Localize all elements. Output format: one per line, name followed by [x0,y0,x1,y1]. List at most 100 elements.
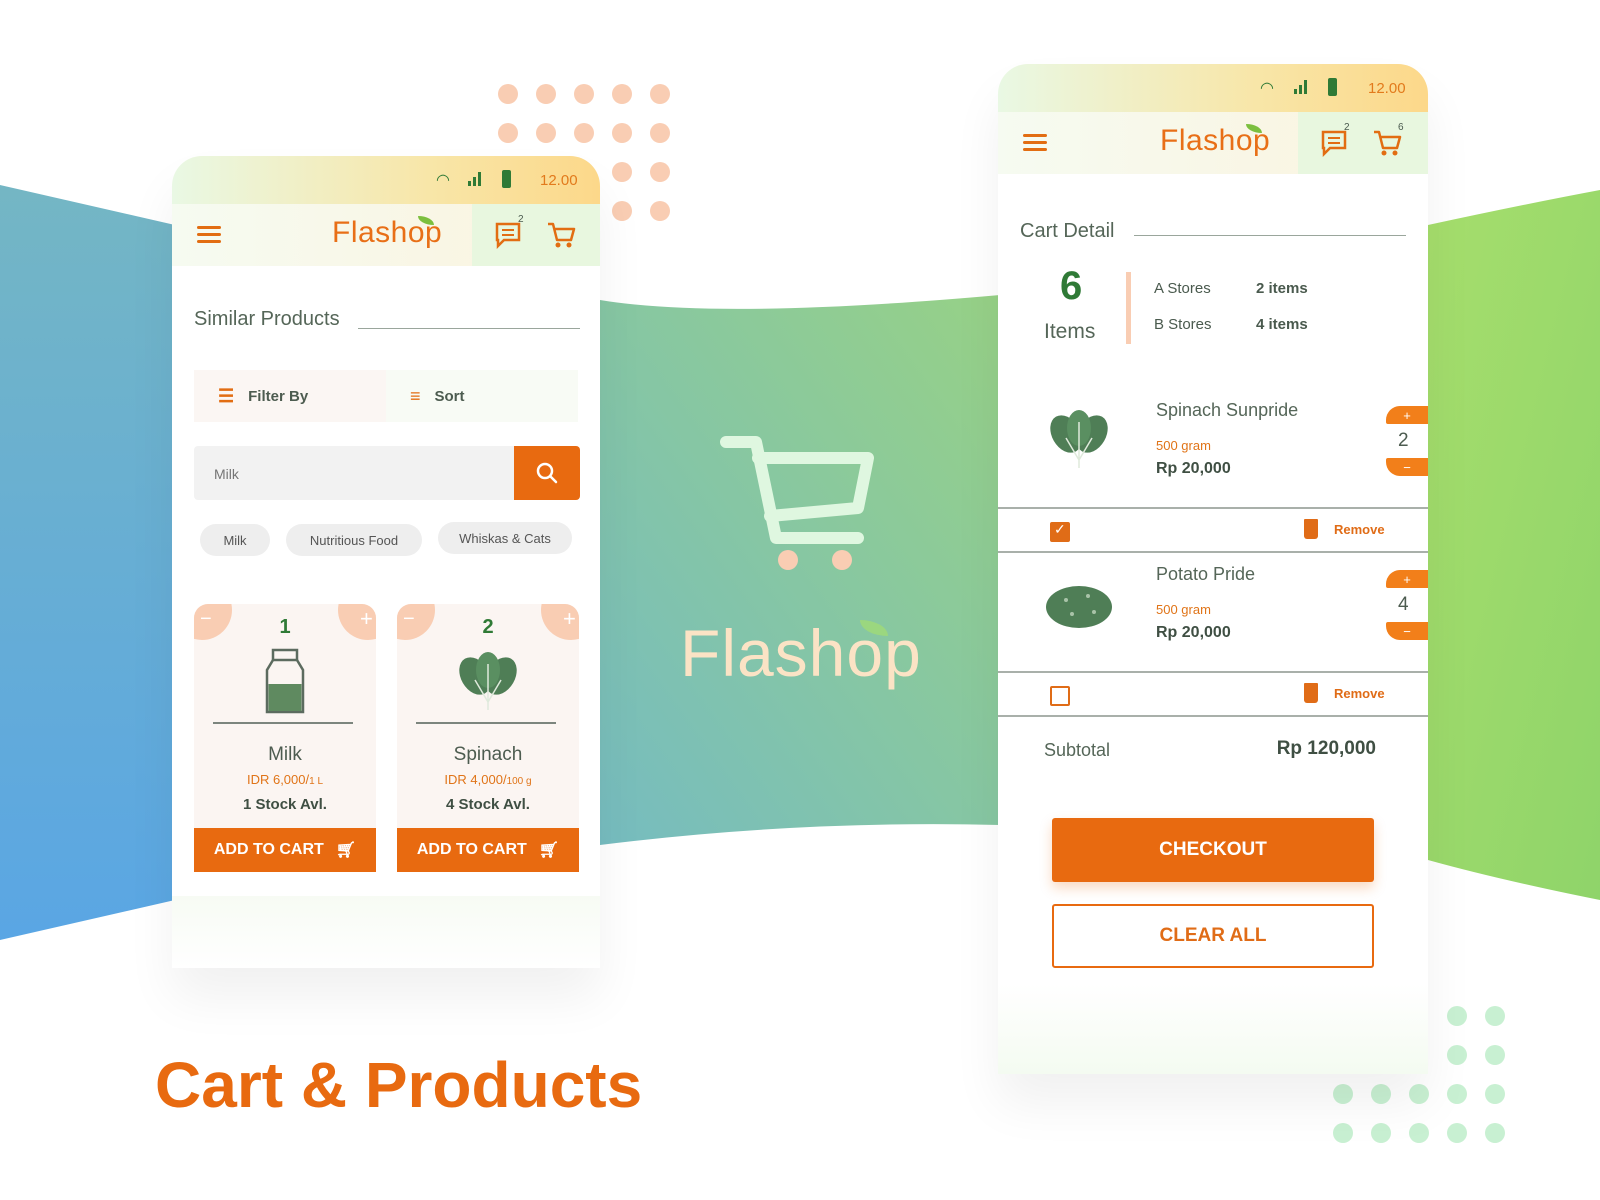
remove-link[interactable]: Remove [1334,686,1385,701]
right-phone: ◠ 12.00 Flashop 2 6 Cart Detail 6 Items … [998,64,1428,1074]
item-price: Rp 20,000 [1156,460,1231,477]
filter-button[interactable]: ☰ Filter By [194,370,386,422]
chip-nutritious-food[interactable]: Nutritious Food [286,524,422,556]
add-to-cart-button[interactable]: ADD TO CART 🛒︎ [397,828,579,872]
checkout-button[interactable]: CHECKOUT [1052,818,1374,882]
product-name: Spinach [453,744,523,765]
wifi-icon: ◠ [1260,80,1274,97]
cart-badge: 6 [1398,122,1404,133]
remove-link[interactable]: Remove [1334,522,1385,537]
product-card[interactable]: − + 2 Spinach IDR 4,000/100 g 4 Stock Av… [397,604,579,872]
product-card[interactable]: − + 1 Milk IDR 6,000/1 L 1 Stock Avl. AD… [194,604,376,872]
spinach-icon [1050,410,1108,468]
cart-icon: 🛒︎ [335,842,357,859]
milk-icon [265,648,305,714]
cart-icon: 🛒︎ [538,842,560,859]
divider [358,328,580,329]
divider [998,671,1428,673]
trash-icon[interactable] [1304,683,1318,703]
chat-icon[interactable] [494,221,524,249]
potato-icon [1046,586,1112,628]
status-bar: ◠ 12.00 [172,156,600,204]
search-input[interactable] [212,460,486,488]
item-quantity: 4 [1398,594,1409,615]
add-to-cart-button[interactable]: ADD TO CART 🛒︎ [194,828,376,872]
subtotal-label: Subtotal [1044,740,1111,760]
plus-icon: + [1403,407,1411,423]
chat-badge: 2 [518,214,524,225]
decrease-button[interactable]: − [1386,622,1428,640]
product-stock: 1 Stock Avl. [243,796,327,813]
app-bar-actions: 2 [472,204,600,266]
increase-button[interactable]: + [1386,570,1428,588]
product-name: Milk [268,744,302,765]
app-bar: Flashop 2 [172,204,600,266]
product-price: IDR 4,000/100 g [444,772,532,787]
battery-icon [1328,78,1337,96]
minus-icon: − [1403,459,1411,475]
app-bar: Flashop 2 6 [998,112,1428,174]
center-logo-text: Flashop [680,616,922,690]
battery-icon [502,170,511,188]
wifi-icon: ◠ [436,172,450,189]
cart-icon [720,436,874,570]
plus-icon: + [1403,571,1411,587]
clear-all-button[interactable]: CLEAR ALL [1052,904,1374,968]
check-icon: ✓ [1054,521,1066,537]
chip-milk[interactable]: Milk [200,524,270,556]
trash-icon[interactable] [1304,519,1318,539]
status-bar: ◠ 12.00 [998,64,1428,112]
decorative-swoosh [172,896,600,968]
chat-icon[interactable] [1320,129,1350,157]
left-phone: ◠ 12.00 Flashop 2 Similar Products ☰ Fil… [172,156,600,968]
divider [416,722,556,724]
item-price: Rp 20,000 [1156,624,1231,641]
item-checkbox[interactable]: ✓ [1050,521,1070,542]
menu-icon[interactable] [1023,130,1047,155]
product-stock: 4 Stock Avl. [446,796,530,813]
items-label: Items [1044,320,1096,343]
increase-button[interactable]: + [1386,406,1428,424]
app-bar-actions: 2 6 [1298,112,1428,174]
divider [213,722,353,724]
sort-button[interactable]: ≡ Sort [386,370,578,422]
item-weight: 500 gram [1156,602,1211,617]
item-checkbox[interactable] [1050,686,1070,706]
subtotal-value: Rp 120,000 [1276,738,1376,759]
section-title: Similar Products [194,308,340,330]
item-weight: 500 gram [1156,438,1211,453]
search-box [194,446,580,500]
divider [998,507,1428,509]
quantity: 2 [482,616,494,638]
sort-icon: ≡ [410,385,421,406]
search-icon [536,462,558,484]
search-button[interactable] [514,446,580,500]
items-count: 6 [1060,264,1083,308]
item-name: Spinach Sunpride [1156,400,1299,420]
minus-icon: − [1403,623,1411,639]
signal-icon [1294,80,1308,94]
status-time: 12.00 [1368,80,1406,97]
signal-icon [468,172,482,186]
divider [998,715,1428,717]
menu-icon[interactable] [197,222,221,247]
store-count: 4 items [1256,316,1308,333]
section-title: Cart Detail [1020,220,1115,242]
chip-whiskas-cats[interactable]: Whiskas & Cats [438,522,572,554]
chat-badge: 2 [1344,122,1350,133]
spinach-icon [459,652,517,710]
headline: Cart & Products [155,1049,643,1121]
sort-label: Sort [434,387,465,405]
store-name: A Stores [1154,280,1211,297]
quantity: 1 [279,616,291,638]
cart-icon[interactable] [546,220,576,250]
item-name: Potato Pride [1156,564,1256,584]
decorative-swoosh [998,984,1428,1074]
status-time: 12.00 [540,172,578,189]
divider [1126,272,1131,344]
divider [1134,235,1406,236]
decrease-button[interactable]: − [1386,458,1428,476]
filter-label: Filter By [248,387,309,405]
divider [998,551,1428,553]
product-price: IDR 6,000/1 L [246,772,324,787]
